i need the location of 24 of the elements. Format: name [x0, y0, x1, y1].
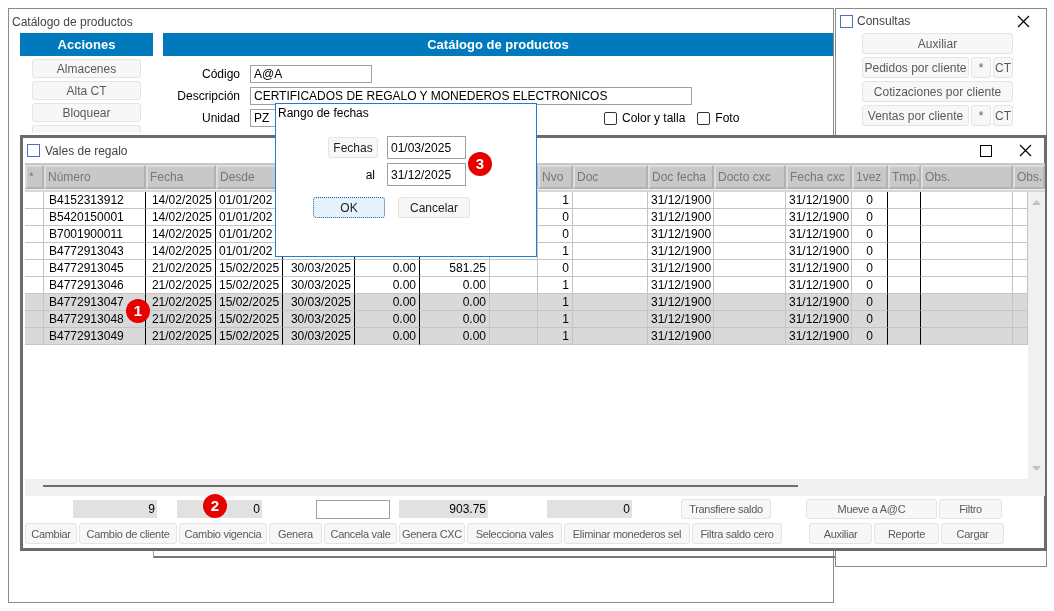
total-readout: 0 — [547, 500, 632, 518]
checkbox-label: Color y talla — [622, 111, 686, 125]
table-cell: B4772913049 — [44, 328, 146, 345]
table-cell: 21/02/2025 — [146, 328, 216, 345]
section-header: Acciones — [20, 33, 153, 56]
table-cell: 1 — [538, 328, 573, 345]
window-title: Vales de regalo — [45, 143, 128, 158]
total-readout: 903.75 — [399, 500, 488, 518]
checkbox-label: Foto — [715, 111, 740, 125]
section-header: Catálogo de productos — [163, 33, 833, 56]
field-label: Unidad — [200, 111, 240, 125]
table-cell: 0.00 — [355, 328, 420, 345]
table-cell: 0.00 — [420, 328, 490, 345]
field-label: Código — [200, 67, 240, 81]
table-cell: 15/02/2025 — [216, 328, 283, 345]
field-label: al — [365, 167, 375, 182]
table-cell: 31/12/1900 — [648, 328, 714, 345]
field-label: Descripción — [176, 89, 240, 103]
window-title: Catálogo de productos — [11, 14, 134, 31]
table-cell: 31/12/1900 — [786, 328, 852, 345]
window-title: Consultas — [857, 14, 911, 28]
table-cell: 30/03/2025 — [283, 328, 355, 345]
table-cell: 0 — [852, 328, 888, 345]
total-readout: 9 — [73, 500, 157, 518]
